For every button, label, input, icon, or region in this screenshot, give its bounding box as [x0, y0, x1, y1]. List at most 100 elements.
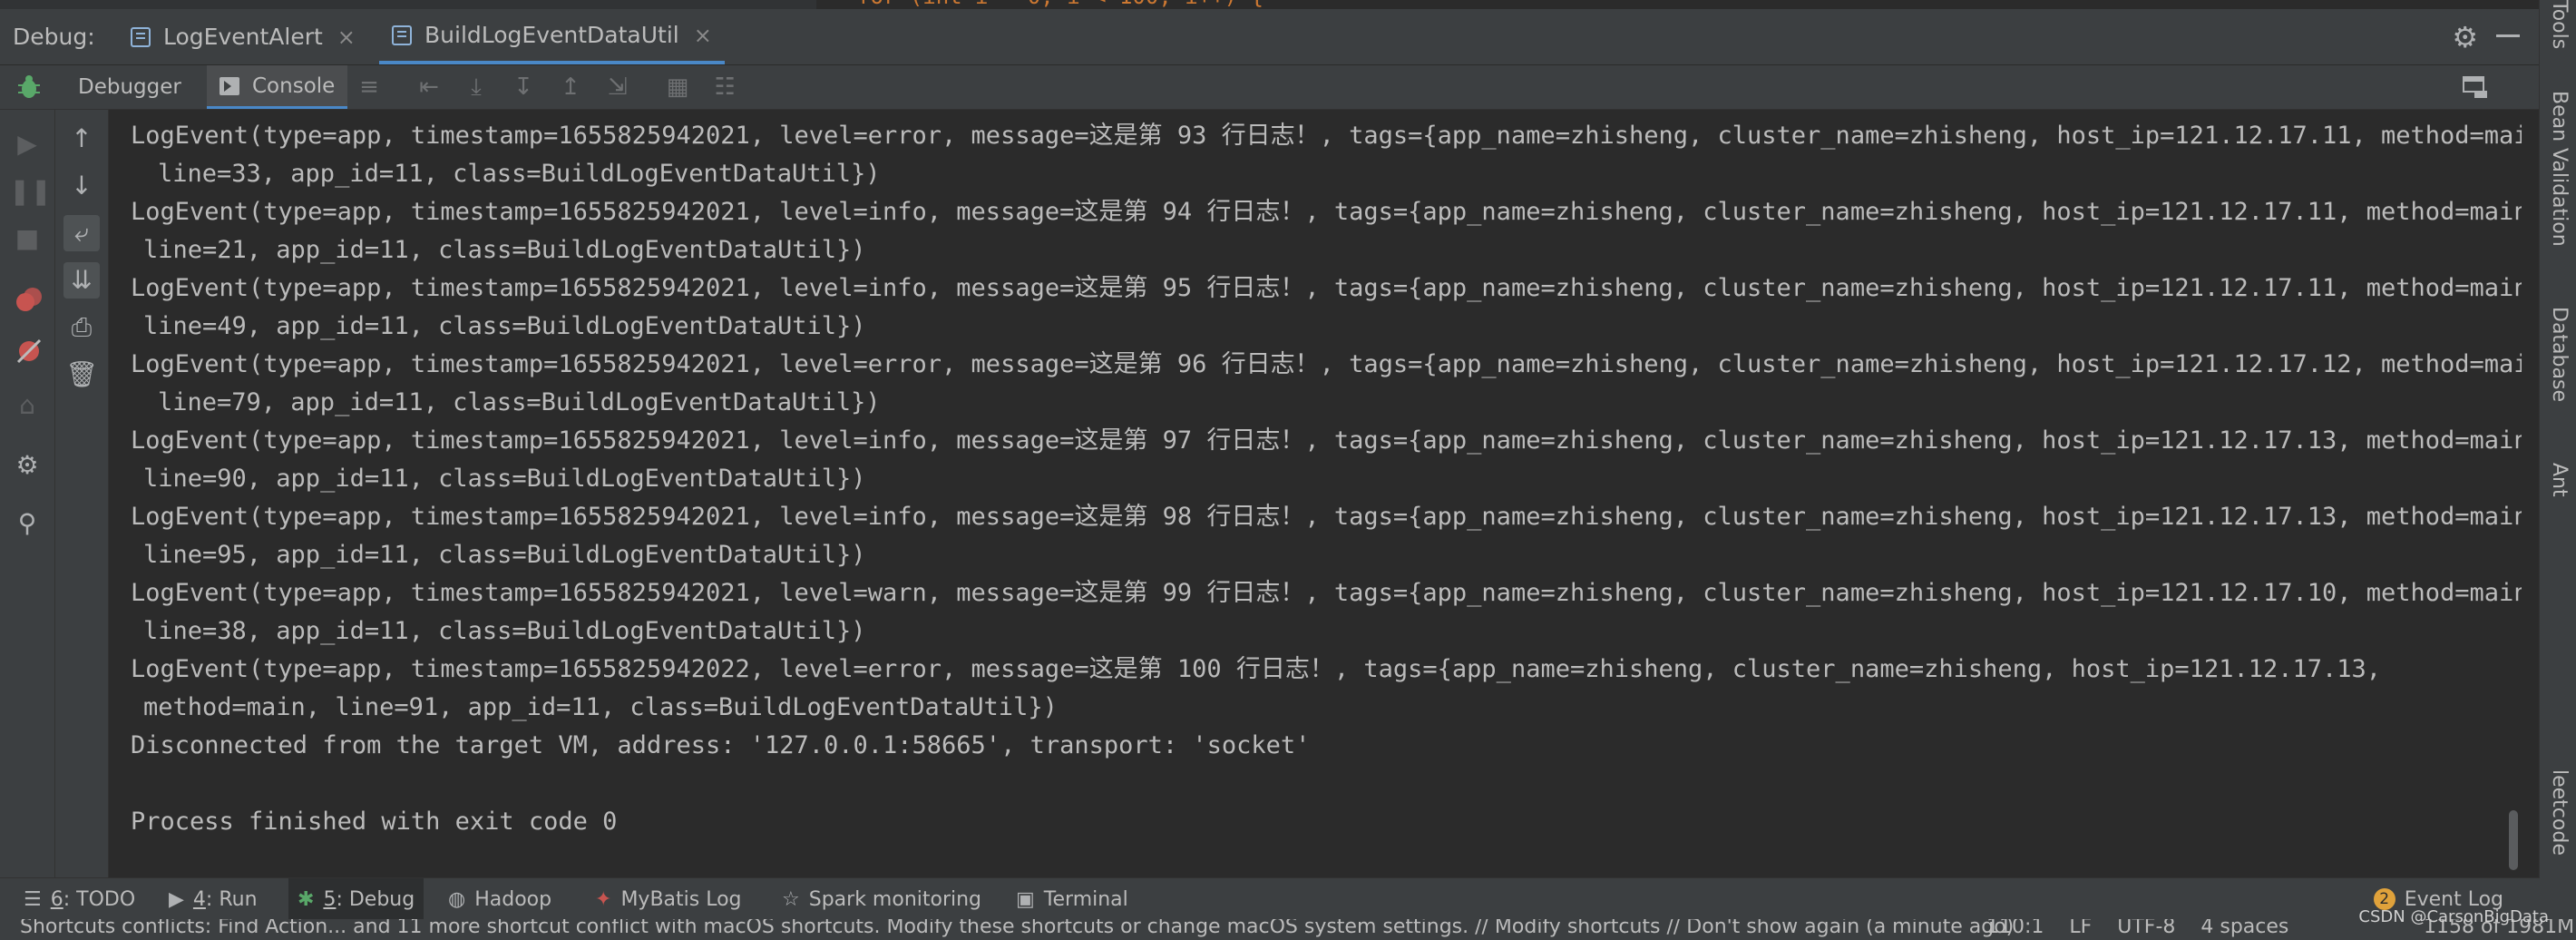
- tool-todo[interactable]: ☰ 6 : TODO: [15, 878, 144, 920]
- tool-debug-num: 5: [323, 887, 337, 911]
- log-line: LogEvent(type=app, timestamp=16558259420…: [131, 503, 2522, 531]
- log-line: LogEvent(type=app, timestamp=16558259420…: [131, 426, 2522, 455]
- menu-icon[interactable]: ≡: [356, 73, 383, 101]
- pause-icon[interactable]: ❚❚: [9, 173, 52, 210]
- debug-title: Debug:: [13, 24, 95, 50]
- down-arrow-icon[interactable]: ↓: [63, 168, 100, 204]
- tool-tools[interactable]: Tools: [2548, 0, 2571, 49]
- close-icon[interactable]: ×: [694, 23, 712, 48]
- status-bar: Shortcuts conflicts: Find Action... and …: [0, 919, 2576, 940]
- tool-todo-num: 6: [50, 887, 63, 911]
- mute-breakpoints-icon[interactable]: [11, 333, 47, 369]
- tool-leetcode[interactable]: leetcode: [2548, 769, 2571, 856]
- tab-debugger-label: Debugger: [78, 75, 181, 99]
- tab-debugger[interactable]: Debugger: [78, 65, 181, 109]
- tool-database[interactable]: Database: [2548, 307, 2571, 402]
- step-into-icon[interactable]: ↧: [510, 73, 537, 101]
- tool-todo-label: : TODO: [63, 887, 136, 911]
- tool-mybatis-log[interactable]: ✦ MyBatis Log: [586, 878, 751, 920]
- elephant-icon: ◍: [448, 887, 466, 911]
- stop-icon[interactable]: ■: [9, 220, 45, 257]
- soft-wrap-icon[interactable]: ⤶: [63, 215, 100, 251]
- tool-debug-label: : Debug: [336, 887, 415, 911]
- status-position-encoding[interactable]: 110:1 LF UTF-8 4 spaces: [1986, 919, 2288, 938]
- gear-icon[interactable]: ⚙: [2452, 20, 2478, 54]
- log-line: LogEvent(type=app, timestamp=16558259420…: [131, 274, 2522, 302]
- editor-code-peek: for (int i = 0; i < 100; i++) {: [857, 0, 1264, 9]
- star-icon: ☆: [782, 887, 800, 911]
- debug-subtoolbar: Debugger Console ≡ ⇤ ⤓ ↧ ↥ ⇲ ▦ ☷: [0, 65, 2540, 110]
- editor-gutter: [0, 0, 816, 9]
- tool-terminal[interactable]: ▣ Terminal: [1007, 878, 1137, 920]
- console-output[interactable]: LogEvent(type=app, timestamp=16558259420…: [109, 110, 2522, 877]
- log-line: LogEvent(type=app, timestamp=16558259420…: [131, 350, 2522, 378]
- tool-spark-label: Spark monitoring: [808, 887, 982, 911]
- terminal-icon: ▣: [1016, 887, 1035, 911]
- up-arrow-icon[interactable]: ↑: [63, 121, 100, 157]
- view-breakpoints-icon[interactable]: [11, 282, 47, 318]
- show-execution-point-icon[interactable]: ⇤: [415, 73, 443, 101]
- tool-bean-validation[interactable]: Bean Validation: [2548, 91, 2571, 247]
- run-config-icon: [131, 26, 151, 47]
- tool-terminal-label: Terminal: [1043, 887, 1128, 911]
- debug-actions-column: ▶ ❚❚ ■ ⌂ ⚙ ⚲: [0, 110, 55, 877]
- list-icon: ☰: [24, 887, 42, 911]
- print-icon[interactable]: ⎙: [63, 309, 100, 346]
- trace-icon[interactable]: ☷: [711, 73, 738, 101]
- console-lines: LogEvent(type=app, timestamp=16558259420…: [131, 117, 2522, 841]
- log-line: line=79, app_id=11, class=BuildLogEventD…: [158, 388, 881, 416]
- settings-icon[interactable]: ⚙: [9, 447, 45, 484]
- evaluate-expression-icon[interactable]: ▦: [664, 73, 691, 101]
- pin-icon[interactable]: ⚲: [9, 505, 45, 542]
- log-line: line=21, app_id=11, class=BuildLogEventD…: [143, 236, 866, 264]
- run-config-icon: [392, 24, 412, 45]
- trash-icon[interactable]: 🗑: [63, 357, 100, 393]
- tab-console[interactable]: Console: [207, 65, 348, 109]
- tab-label: BuildLogEventDataUtil: [424, 22, 679, 48]
- console-icon: [220, 76, 239, 95]
- tool-run-label: : Run: [205, 887, 258, 911]
- log-line-disconnected: Disconnected from the target VM, address…: [131, 731, 1311, 759]
- step-over-icon[interactable]: ⤓: [463, 73, 490, 101]
- right-tool-strip: Tools Bean Validation Database Ant leetc…: [2539, 0, 2576, 940]
- editor-peek: for (int i = 0; i < 100; i++) {: [0, 0, 2540, 9]
- play-icon: ▶: [169, 887, 184, 911]
- log-line-exit: Process finished with exit code 0: [131, 808, 618, 836]
- log-line: line=38, app_id=11, class=BuildLogEventD…: [143, 617, 866, 645]
- debug-bug-icon: [18, 75, 40, 98]
- tool-hadoop-label: Hadoop: [474, 887, 552, 911]
- tool-debug[interactable]: ✱ 5 : Debug: [288, 878, 424, 920]
- tab-logeventalert[interactable]: LogEventAlert ×: [118, 9, 368, 64]
- layout-settings-icon[interactable]: [2462, 74, 2489, 100]
- log-line: LogEvent(type=app, timestamp=16558259420…: [131, 579, 2522, 607]
- tab-label: LogEventAlert: [163, 24, 323, 50]
- tool-window-bar: ☰ 6 : TODO ▶ 4 : Run ✱ 5 : Debug ◍ Hadoo…: [0, 877, 2540, 920]
- tool-spark-monitoring[interactable]: ☆ Spark monitoring: [773, 878, 990, 920]
- camera-icon[interactable]: ⌂: [9, 387, 45, 424]
- log-line: line=90, app_id=11, class=BuildLogEventD…: [143, 465, 866, 493]
- rerun-icon[interactable]: ▶: [9, 126, 45, 162]
- run-to-cursor-icon[interactable]: ⇲: [604, 73, 631, 101]
- log-line: method=main, line=91, app_id=11, class=B…: [143, 693, 1058, 721]
- tool-run[interactable]: ▶ 4 : Run: [160, 878, 267, 920]
- status-message[interactable]: Shortcuts conflicts: Find Action... and …: [20, 919, 2014, 938]
- log-line-blank: [131, 765, 2503, 803]
- log-line: LogEvent(type=app, timestamp=16558259420…: [131, 198, 2522, 226]
- tab-console-label: Console: [252, 73, 336, 98]
- log-line: line=95, app_id=11, class=BuildLogEventD…: [143, 541, 866, 569]
- minimize-icon[interactable]: [2496, 34, 2520, 37]
- close-icon[interactable]: ×: [337, 24, 356, 50]
- console-actions-column: ↑ ↓ ⤶ ⇊ ⎙ 🗑: [55, 110, 109, 877]
- tool-hadoop[interactable]: ◍ Hadoop: [439, 878, 561, 920]
- tool-ant[interactable]: Ant: [2548, 463, 2571, 497]
- log-line: line=49, app_id=11, class=BuildLogEventD…: [143, 312, 866, 340]
- scroll-to-end-icon[interactable]: ⇊: [63, 262, 100, 299]
- log-line: LogEvent(type=app, timestamp=16558259420…: [131, 122, 2522, 150]
- log-line: LogEvent(type=app, timestamp=16558259420…: [131, 655, 2382, 683]
- step-out-icon[interactable]: ↥: [557, 73, 584, 101]
- tool-mybatis-label: MyBatis Log: [620, 887, 742, 911]
- tab-buildlogeventdatautil[interactable]: BuildLogEventDataUtil ×: [379, 9, 725, 64]
- console-scrollbar[interactable]: [2509, 810, 2518, 870]
- tool-run-num: 4: [192, 887, 206, 911]
- bird-icon: ✦: [595, 887, 612, 911]
